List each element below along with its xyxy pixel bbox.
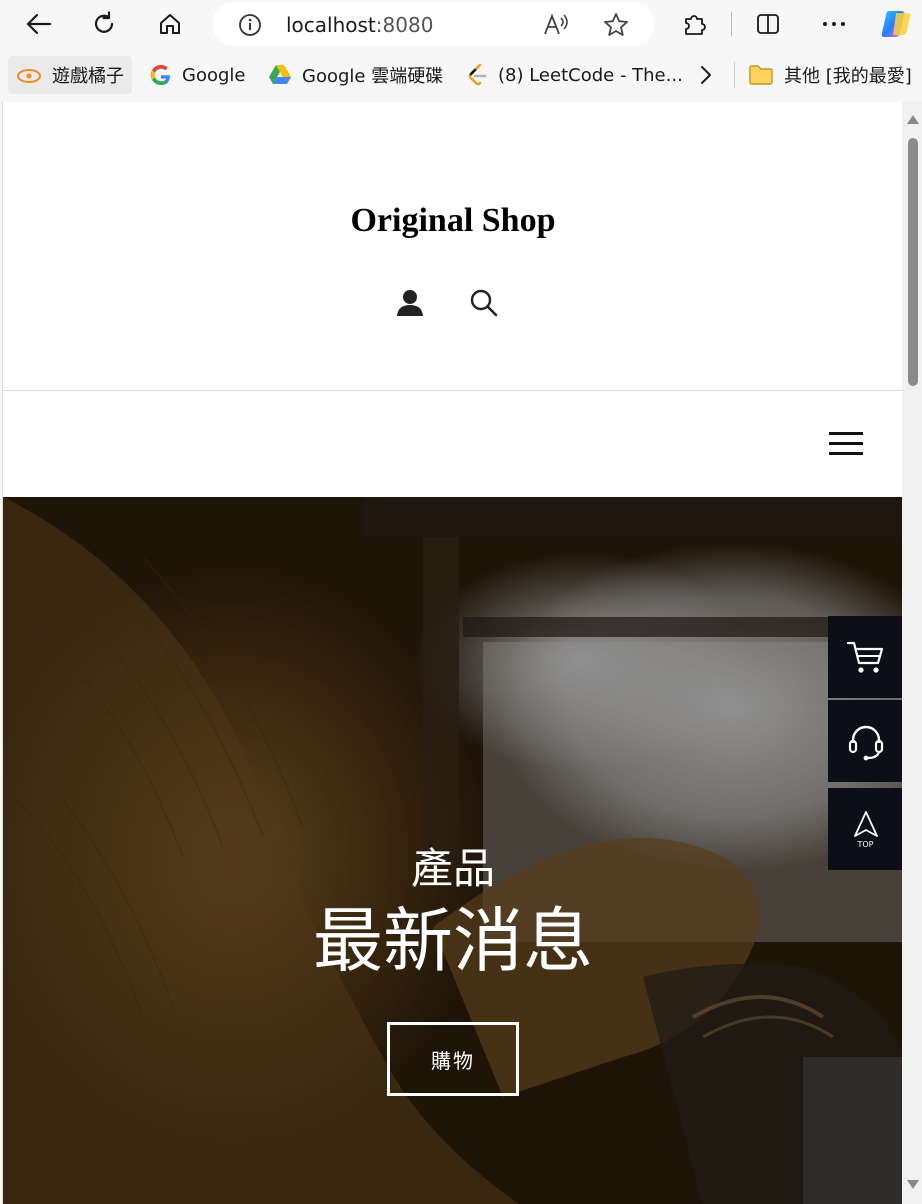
page-viewport: Original Shop 產品 最新消息 購物 TOP (2, 102, 902, 1204)
browser-toolbar: localhost:8080 (0, 0, 922, 48)
address-host: localhost (286, 13, 376, 37)
header-icons (395, 288, 505, 322)
hero-title: 最新消息 (313, 900, 593, 982)
copilot-icon[interactable] (878, 6, 914, 42)
leetcode-icon (468, 63, 487, 86)
back-to-top-button[interactable]: TOP (828, 788, 902, 870)
bookmark-label: Google 雲端硬碟 (302, 66, 444, 87)
scroll-thumb[interactable] (908, 138, 918, 386)
cart-button[interactable] (828, 616, 902, 698)
back-icon[interactable] (20, 6, 56, 42)
bookmark-label: Google (182, 64, 246, 86)
top-label: TOP (857, 839, 874, 849)
header-divider (3, 390, 902, 391)
more-options-icon[interactable] (816, 6, 852, 42)
home-icon[interactable] (152, 6, 188, 42)
scroll-up-icon[interactable] (907, 115, 919, 124)
bookmark-divider (734, 62, 735, 88)
bookmarks-bar: 遊戲橘子 Google Google 雲端硬碟 (8) LeetCode - T… (0, 52, 922, 98)
site-info-icon[interactable] (238, 13, 262, 42)
extensions-icon[interactable] (676, 6, 712, 42)
search-icon[interactable] (469, 288, 499, 323)
gamania-icon (17, 69, 41, 83)
page-scrollbar[interactable] (902, 102, 922, 1204)
site-title[interactable]: Original Shop (3, 202, 902, 240)
headset-icon (848, 725, 883, 761)
bookmark-google[interactable]: Google (142, 56, 253, 94)
google-drive-icon (269, 65, 291, 84)
address-bar[interactable]: localhost:8080 (212, 2, 654, 46)
user-icon[interactable] (395, 288, 425, 323)
bookmark-gamania[interactable]: 遊戲橘子 (8, 56, 132, 94)
folder-icon (749, 65, 773, 85)
chevron-right-icon[interactable] (696, 64, 716, 91)
hamburger-icon[interactable] (829, 432, 865, 458)
read-aloud-icon[interactable] (542, 12, 570, 43)
google-icon (150, 65, 170, 86)
support-button[interactable] (828, 700, 902, 782)
reload-icon[interactable] (86, 6, 122, 42)
address-url[interactable]: localhost:8080 (286, 13, 433, 37)
bookmark-other-folder[interactable]: 其他 [我的最愛] (740, 56, 920, 94)
cart-icon (846, 641, 883, 673)
toolbar-divider (731, 12, 732, 36)
bookmark-label: 其他 [我的最愛] (784, 66, 912, 87)
split-screen-icon[interactable] (750, 6, 786, 42)
bookmark-google-drive[interactable]: Google 雲端硬碟 (260, 56, 451, 94)
bookmark-label: (8) LeetCode - The... (498, 64, 683, 86)
bookmark-leetcode[interactable]: (8) LeetCode - The... (458, 56, 691, 94)
bookmark-label: 遊戲橘子 (52, 66, 124, 87)
favorite-star-icon[interactable] (602, 11, 630, 44)
hero-banner: 產品 最新消息 購物 (3, 497, 902, 1204)
shop-button[interactable]: 購物 (387, 1022, 519, 1096)
address-port: :8080 (375, 13, 434, 37)
arrow-up-icon (853, 810, 878, 837)
scroll-down-icon[interactable] (907, 1180, 919, 1189)
